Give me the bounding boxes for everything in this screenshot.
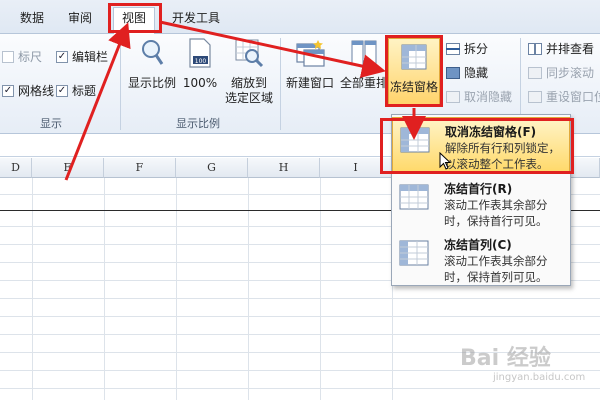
watermark: Bai 经验 (460, 346, 551, 371)
arrow-to-view-tab (64, 22, 131, 181)
arrow-to-freeze-button (159, 20, 386, 78)
watermark-url: jingyan.baidu.com (493, 372, 586, 383)
